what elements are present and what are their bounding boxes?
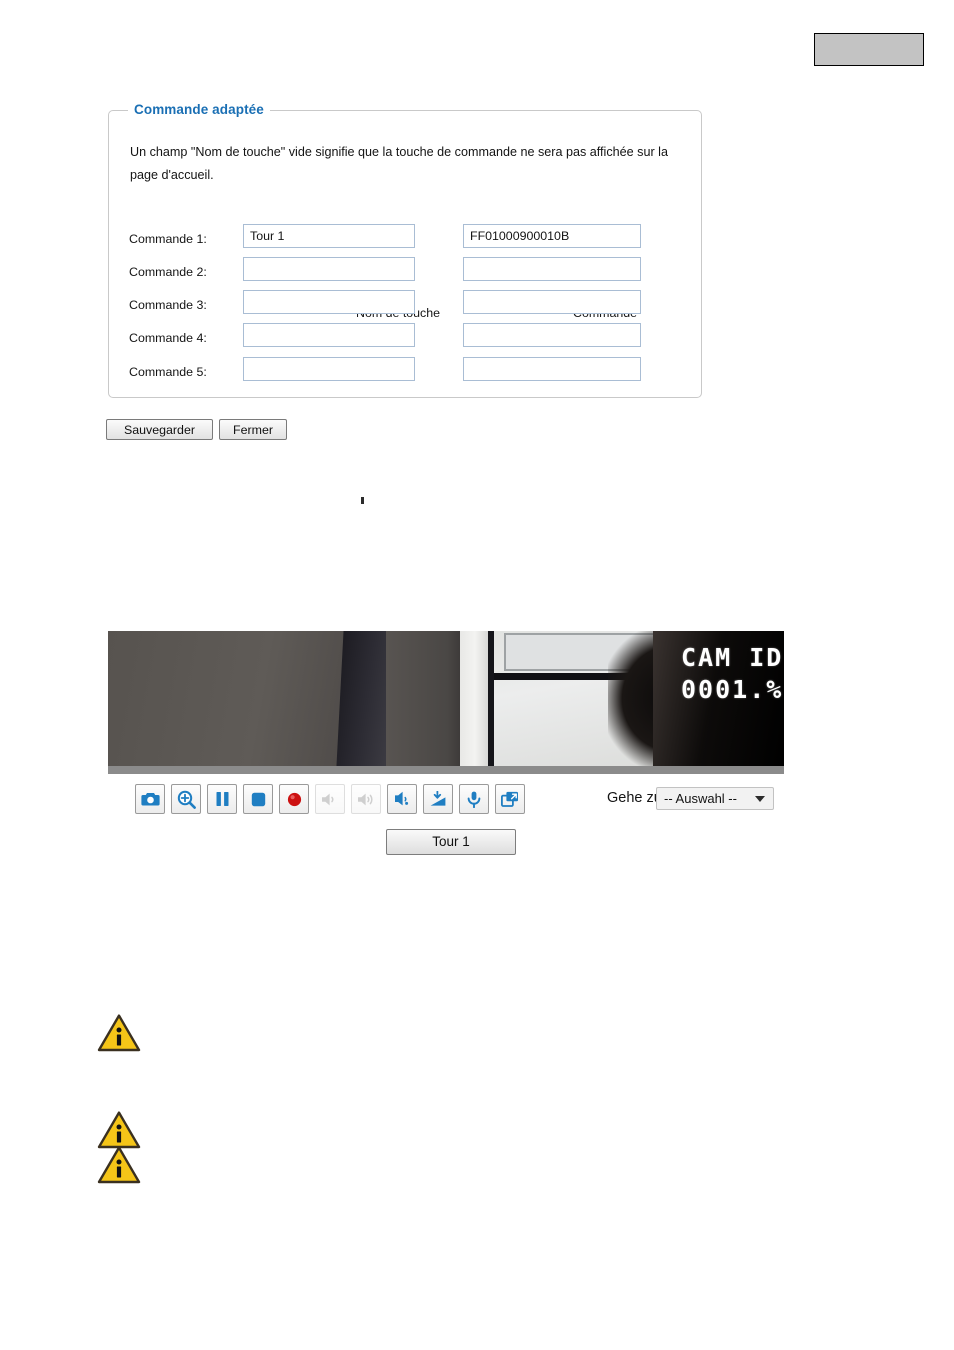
command-value-input-5[interactable]: [463, 357, 641, 381]
command-name-input-2[interactable]: [243, 257, 415, 281]
panel-description: Un champ "Nom de touche" vide signifie q…: [130, 145, 668, 182]
command-name-input-1[interactable]: [243, 224, 415, 248]
volume-up-icon: [351, 784, 381, 814]
pause-icon[interactable]: [207, 784, 237, 814]
panel-legend: Commande adaptée: [128, 102, 270, 117]
snapshot-icon[interactable]: [135, 784, 165, 814]
info-warning-icon: [97, 1110, 141, 1150]
video-frame[interactable]: CAM ID:00 0001.% 23.5: [108, 631, 784, 766]
info-warning-icon: [97, 1013, 141, 1053]
chevron-down-icon: [755, 795, 765, 802]
volume-down-icon: [315, 784, 345, 814]
command-value-input-4[interactable]: [463, 323, 641, 347]
close-button[interactable]: Fermer: [219, 419, 287, 440]
row-label-5: Commande 5:: [129, 365, 207, 379]
row-label-3: Commande 3:: [129, 298, 207, 312]
volume-slider-icon[interactable]: [423, 784, 453, 814]
row-label-1: Commande 1:: [129, 232, 207, 246]
stray-mark: [361, 497, 364, 504]
fullscreen-icon[interactable]: [495, 784, 525, 814]
command-value-input-1[interactable]: [463, 224, 641, 248]
header-gray-box: [814, 33, 924, 66]
speaker-icon[interactable]: [387, 784, 417, 814]
command-value-input-3[interactable]: [463, 290, 641, 314]
video-wall-region: [108, 631, 358, 766]
microphone-icon[interactable]: [459, 784, 489, 814]
goto-selected-value: -- Auswahl --: [664, 791, 737, 806]
command-value-input-2[interactable]: [463, 257, 641, 281]
row-label-2: Commande 2:: [129, 265, 207, 279]
command-name-input-5[interactable]: [243, 357, 415, 381]
liveview-container: CAM ID:00 0001.% 23.5: [108, 631, 784, 774]
tour-1-button[interactable]: Tour 1: [386, 829, 516, 855]
liveview-toolbar: [135, 784, 525, 816]
osd-camera-id: CAM ID:00: [681, 643, 784, 672]
goto-preset-select[interactable]: -- Auswahl --: [656, 787, 774, 810]
goto-label: Gehe zu: [607, 790, 662, 806]
video-door-edge: [460, 631, 490, 766]
digital-zoom-icon[interactable]: [171, 784, 201, 814]
save-button[interactable]: Sauvegarder: [106, 419, 213, 440]
osd-status-line: 0001.% 23.5: [681, 675, 784, 704]
record-icon[interactable]: [279, 784, 309, 814]
row-label-4: Commande 4:: [129, 331, 207, 345]
stop-icon[interactable]: [243, 784, 273, 814]
info-warning-icon: [97, 1145, 141, 1185]
video-bottom-strip: [108, 766, 784, 774]
custom-command-panel: Commande adaptée Un champ "Nom de touche…: [108, 102, 702, 398]
command-name-input-4[interactable]: [243, 323, 415, 347]
command-name-input-3[interactable]: [243, 290, 415, 314]
